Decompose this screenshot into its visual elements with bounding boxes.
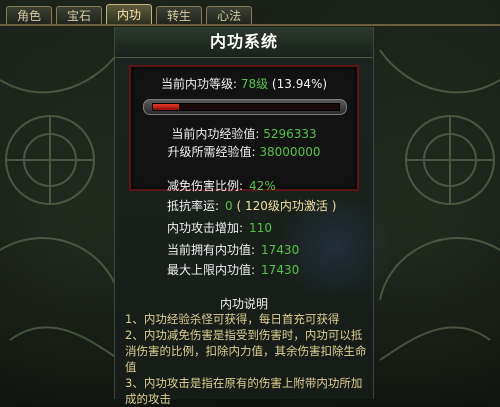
tab-bar: 角色 宝石 内功 转生 心法 bbox=[6, 4, 253, 26]
tab-inner-power[interactable]: 内功 bbox=[106, 4, 153, 25]
left-ornament-icon bbox=[0, 49, 121, 361]
stat-max-power: 最大上限内功值: 17430 bbox=[167, 261, 299, 278]
game-window: 角色 宝石 内功 转生 心法 内功系统 当前内功等级: 78级 (13.94%)… bbox=[0, 0, 500, 406]
tab-character[interactable]: 角色 bbox=[6, 6, 53, 25]
level-label: 当前内功等级: bbox=[160, 77, 237, 91]
needed-exp-label: 升级所需经验值: bbox=[167, 145, 256, 159]
level-box: 当前内功等级: 78级 (13.94%) 当前内功经验值: 5296333 升级… bbox=[129, 65, 359, 191]
current-exp-row: 当前内功经验值: 5296333 bbox=[131, 125, 357, 142]
stat-resist: 抵抗率运: 0 ( 120级内功激活 ) bbox=[167, 197, 336, 214]
tab-mind-method[interactable]: 心法 bbox=[206, 6, 253, 25]
stat-damage-reduction: 减免伤害比例: 42% bbox=[167, 177, 276, 194]
inner-power-panel: 内功系统 当前内功等级: 78级 (13.94%) 当前内功经验值: 52963… bbox=[114, 27, 405, 406]
level-value: 78级 bbox=[240, 77, 269, 91]
tab-gem[interactable]: 宝石 bbox=[56, 6, 103, 25]
progress-track bbox=[152, 103, 340, 111]
tab-divider bbox=[0, 24, 500, 26]
right-ornament-icon bbox=[379, 49, 500, 361]
level-percent: (13.94%) bbox=[271, 77, 328, 91]
stat-label: 当前拥有内功值: bbox=[167, 243, 256, 257]
description-line: 3、内功攻击是指在原有的伤害上附带内功所加成的攻击 bbox=[125, 376, 363, 406]
stat-extra: ( 120级内功激活 ) bbox=[236, 199, 337, 213]
stat-value: 17430 bbox=[261, 263, 300, 277]
stat-value: 42% bbox=[249, 179, 276, 193]
stat-value: 17430 bbox=[261, 243, 300, 257]
description-text: 1、内功经验杀怪可获得，每日首充可获得 2、内功减免伤害是指受到伤害时，内功可以… bbox=[125, 311, 369, 407]
stat-label: 抵抗率运: bbox=[167, 199, 220, 213]
description-line: 2、内功减免伤害是指受到伤害时，内功可以抵消伤害的比例，扣除内力值，其余伤害扣除… bbox=[125, 328, 367, 374]
stat-attack-bonus: 内功攻击增加: 110 bbox=[167, 219, 272, 236]
description-title: 内功说明 bbox=[219, 297, 268, 311]
panel-title: 内功系统 bbox=[115, 27, 373, 58]
stat-value: 110 bbox=[249, 221, 272, 235]
stat-current-power: 当前拥有内功值: 17430 bbox=[167, 241, 299, 258]
current-exp-label: 当前内功经验值: bbox=[171, 127, 260, 141]
level-progress-bar bbox=[143, 99, 347, 115]
description-line: 1、内功经验杀怪可获得，每日首充可获得 bbox=[125, 312, 340, 326]
stat-label: 最大上限内功值: bbox=[167, 263, 256, 277]
progress-fill bbox=[153, 104, 179, 110]
stat-value: 0 bbox=[225, 199, 233, 213]
level-row: 当前内功等级: 78级 (13.94%) bbox=[131, 75, 357, 92]
current-exp-value: 5296333 bbox=[263, 127, 317, 141]
tab-rebirth[interactable]: 转生 bbox=[156, 6, 203, 25]
needed-exp-value: 38000000 bbox=[259, 145, 321, 159]
stat-label: 减免伤害比例: bbox=[167, 179, 244, 193]
stat-label: 内功攻击增加: bbox=[167, 221, 244, 235]
needed-exp-row: 升级所需经验值: 38000000 bbox=[131, 143, 357, 160]
